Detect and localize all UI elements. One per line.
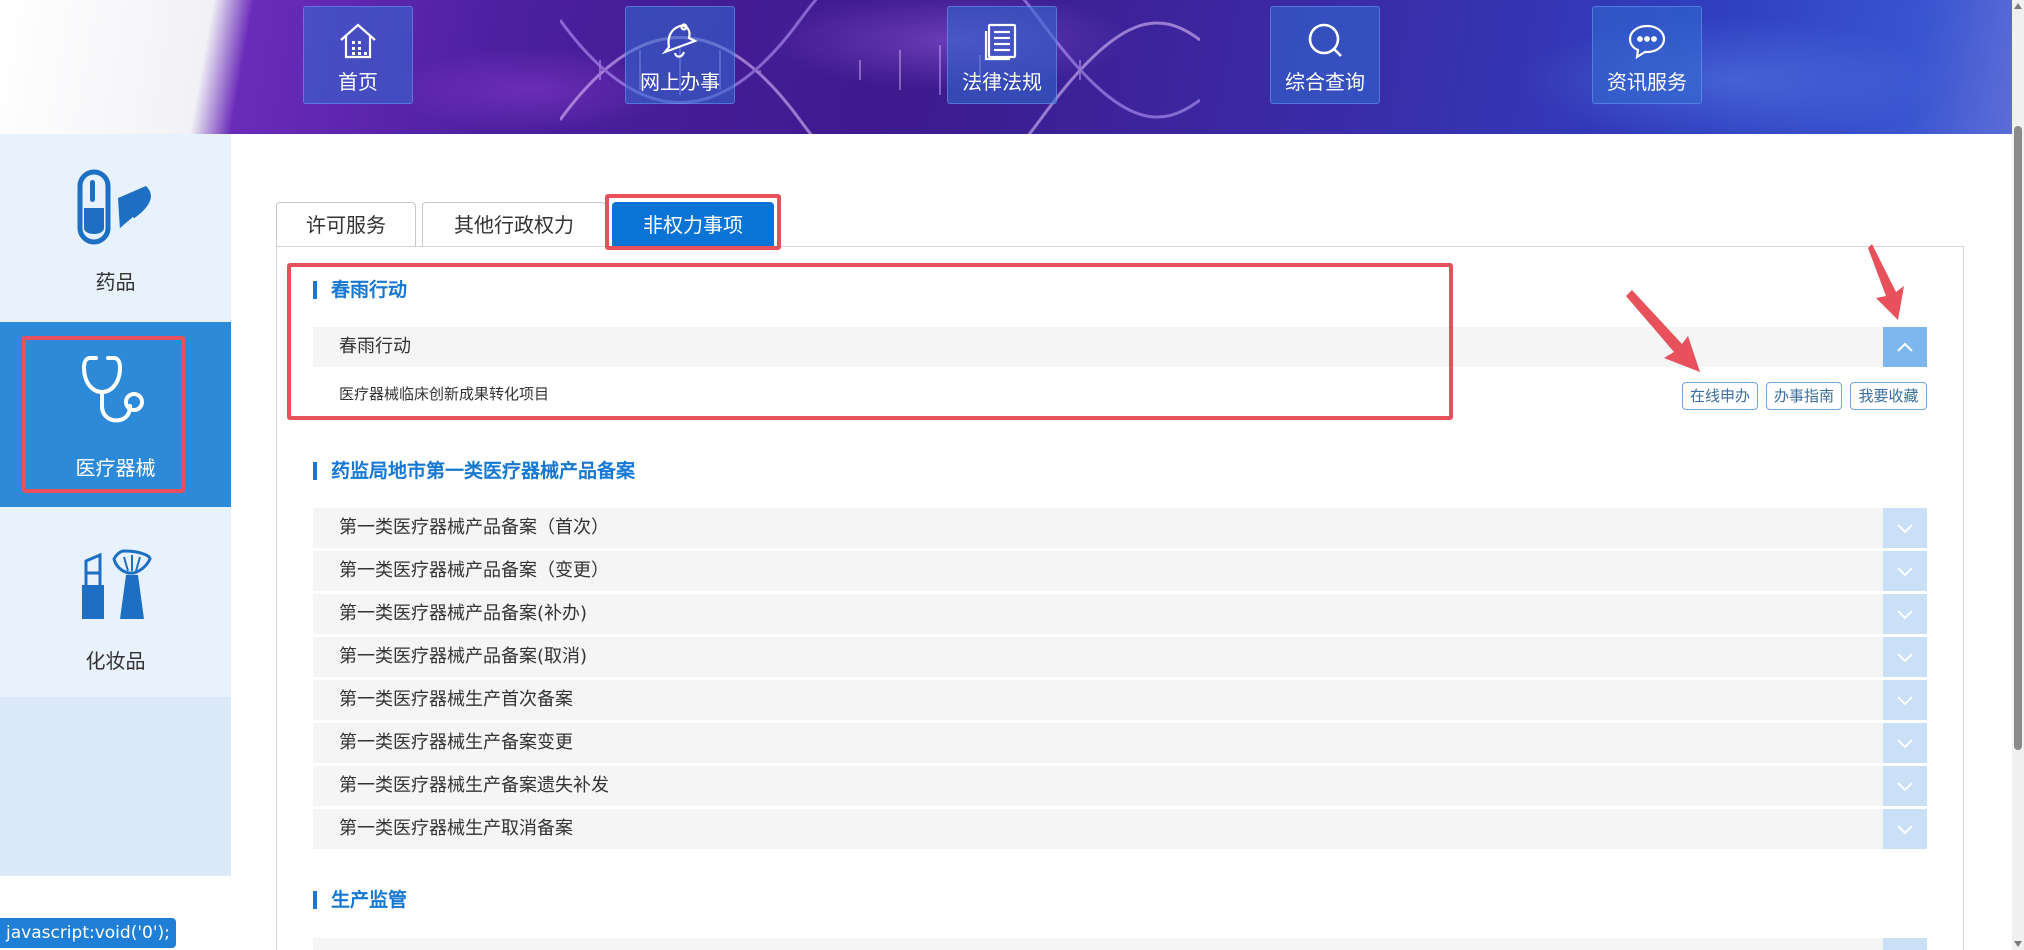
item-row-label: 第一类医疗器械产品备案(补办) bbox=[339, 603, 588, 624]
online-apply-button[interactable]: 在线申办 bbox=[1682, 382, 1758, 410]
item-row-spring-rain[interactable]: 春雨行动 bbox=[313, 327, 1927, 367]
chevron-down-icon bbox=[1897, 739, 1913, 749]
tab-permits[interactable]: 许可服务 bbox=[276, 202, 416, 246]
expand-toggle[interactable] bbox=[1883, 637, 1927, 677]
sidebar-item-label: 医疗器械 bbox=[75, 456, 156, 480]
item-row-label: 第一类医疗器械生产备案变更 bbox=[339, 732, 573, 753]
favorite-button[interactable]: 我要收藏 bbox=[1850, 382, 1927, 410]
item-row-label: 第一类医疗器械产品备案(取消) bbox=[339, 646, 588, 667]
item-row-label: 春雨行动 bbox=[339, 336, 411, 357]
chevron-down-icon bbox=[1897, 610, 1913, 620]
top-nav: 首页 网上办事 法律法规 综合查询 资讯服务 bbox=[0, 6, 2012, 106]
chevron-down-icon bbox=[1897, 653, 1913, 663]
scrollbar-thumb[interactable] bbox=[2014, 126, 2022, 750]
item-row[interactable]: 第一类医疗器械生产备案变更 bbox=[313, 723, 1927, 763]
sidebar-item-label: 化妆品 bbox=[85, 649, 146, 673]
tab-label: 许可服务 bbox=[306, 213, 386, 237]
expand-toggle[interactable] bbox=[1883, 938, 1927, 950]
sidebar-item-medical-devices[interactable]: 医疗器械 bbox=[0, 322, 231, 507]
tab-label: 其他行政权力 bbox=[454, 213, 574, 237]
chevron-down-icon bbox=[1897, 825, 1913, 835]
expand-toggle[interactable] bbox=[1883, 809, 1927, 849]
sub-item-label: 医疗器械临床创新成果转化项目 bbox=[339, 385, 550, 403]
stethoscope-icon bbox=[81, 356, 144, 423]
nav-item-label: 法律法规 bbox=[962, 70, 1042, 94]
nav-item-query[interactable]: 综合查询 bbox=[1270, 6, 1380, 104]
expand-toggle[interactable] bbox=[1883, 551, 1927, 591]
header-banner: 首页 网上办事 法律法规 综合查询 资讯服务 bbox=[0, 0, 2012, 134]
sidebar-item-drugs[interactable]: 药品 bbox=[0, 134, 231, 322]
item-row-label: 第一类医疗器械生产备案遗失补发 bbox=[339, 775, 609, 796]
service-guide-label: 办事指南 bbox=[1773, 387, 1834, 405]
scroll-down-icon[interactable] bbox=[2014, 941, 2022, 947]
chevron-up-icon bbox=[1897, 342, 1913, 352]
item-row-label: 第一类医疗器械生产取消备案 bbox=[339, 818, 573, 839]
status-bar-url: javascript:void('0'); bbox=[0, 918, 176, 948]
item-row-label: 第一类医疗器械生产首次备案 bbox=[339, 689, 573, 710]
nav-item-laws[interactable]: 法律法规 bbox=[947, 6, 1057, 104]
item-row[interactable]: 第一类医疗器械生产备案遗失补发 bbox=[313, 766, 1927, 806]
document-icon bbox=[984, 23, 1017, 61]
home-icon bbox=[340, 23, 376, 59]
section-title: 春雨行动 bbox=[313, 279, 407, 301]
online-apply-label: 在线申办 bbox=[1689, 387, 1750, 405]
sidebar-filler bbox=[0, 697, 231, 876]
tab-non-power[interactable]: 非权力事项 bbox=[612, 202, 774, 246]
chat-icon bbox=[1628, 24, 1666, 60]
item-row[interactable]: 第一类医疗器械生产首次备案 bbox=[313, 680, 1927, 720]
item-row-label: 第一类医疗器械产品备案（首次） bbox=[339, 517, 609, 538]
tab-other-admin[interactable]: 其他行政权力 bbox=[422, 202, 606, 246]
cosmetics-icon bbox=[81, 549, 152, 619]
expand-toggle[interactable] bbox=[1883, 680, 1927, 720]
item-row[interactable]: 第一类医疗器械产品备案(取消) bbox=[313, 637, 1927, 677]
nav-item-label: 网上办事 bbox=[640, 70, 720, 94]
expand-toggle[interactable] bbox=[1883, 508, 1927, 548]
chevron-down-icon bbox=[1897, 696, 1913, 706]
sidebar-item-cosmetics[interactable]: 化妆品 bbox=[0, 507, 231, 697]
chevron-down-icon bbox=[1897, 567, 1913, 577]
item-row[interactable]: 第一类医疗器械产品备案（首次） bbox=[313, 508, 1927, 548]
item-row-label: 第一类医疗器械产品备案（变更） bbox=[339, 560, 609, 581]
section-title: 生产监管 bbox=[313, 889, 407, 911]
scroll-up-icon[interactable] bbox=[2014, 3, 2022, 9]
item-row[interactable]: 第一类医疗器械产品备案(补办) bbox=[313, 594, 1927, 634]
nav-item-info[interactable]: 资讯服务 bbox=[1592, 6, 1702, 104]
service-guide-button[interactable]: 办事指南 bbox=[1766, 382, 1842, 410]
expand-toggle[interactable] bbox=[1883, 723, 1927, 763]
pill-icon bbox=[77, 169, 151, 245]
favorite-label: 我要收藏 bbox=[1858, 387, 1919, 405]
item-row[interactable]: 第一类医疗器械产品备案（变更） bbox=[313, 551, 1927, 591]
tab-label: 非权力事项 bbox=[643, 213, 743, 237]
category-sidebar: 药品 医疗器械 化妆品 bbox=[0, 134, 231, 876]
item-row[interactable]: 第一类医疗器械生产取消备案 bbox=[313, 809, 1927, 849]
sidebar-item-label: 药品 bbox=[95, 270, 136, 294]
nav-item-online-service[interactable]: 网上办事 bbox=[625, 6, 735, 104]
nav-item-home[interactable]: 首页 bbox=[303, 6, 413, 104]
collapse-toggle[interactable] bbox=[1883, 327, 1927, 367]
expand-toggle[interactable] bbox=[1883, 594, 1927, 634]
sub-item-row: 医疗器械临床创新成果转化项目 在线申办 办事指南 我要收藏 bbox=[313, 374, 1927, 414]
search-icon bbox=[1308, 23, 1342, 57]
chevron-down-icon bbox=[1897, 524, 1913, 534]
section-title: 药监局地市第一类医疗器械产品备案 bbox=[313, 460, 635, 482]
bell-icon bbox=[661, 23, 698, 58]
nav-item-label: 综合查询 bbox=[1285, 70, 1365, 94]
page: 首页 网上办事 法律法规 综合查询 资讯服务 药品 医疗器械 化妆品 许可服务 … bbox=[0, 0, 2024, 950]
nav-item-label: 首页 bbox=[338, 70, 378, 94]
expand-toggle[interactable] bbox=[1883, 766, 1927, 806]
vertical-scrollbar[interactable] bbox=[2012, 0, 2024, 950]
chevron-down-icon bbox=[1897, 782, 1913, 792]
item-row-partial[interactable] bbox=[313, 938, 1927, 950]
nav-item-label: 资讯服务 bbox=[1607, 70, 1687, 94]
